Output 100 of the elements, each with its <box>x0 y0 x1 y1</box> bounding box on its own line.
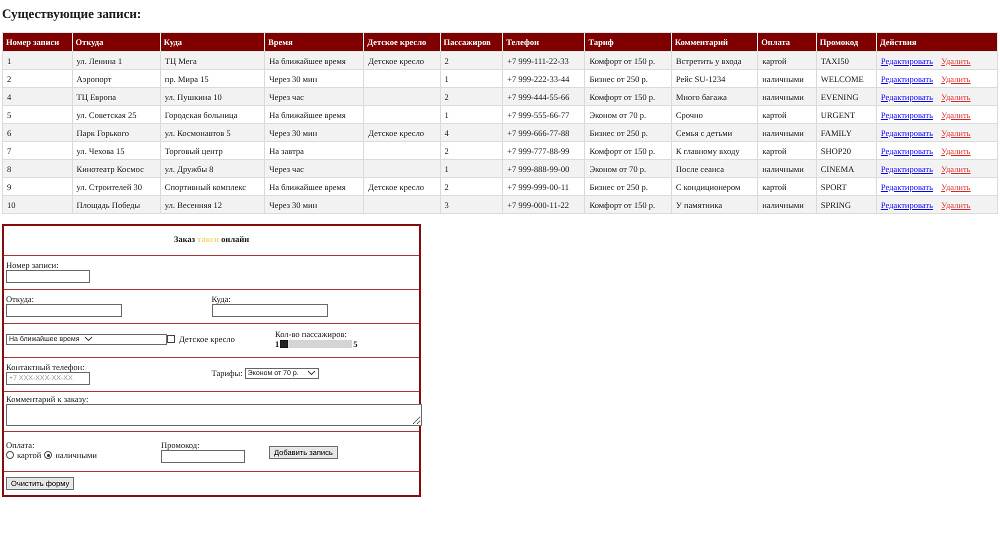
column-header: Время <box>264 32 364 52</box>
table-cell: наличными <box>758 160 816 178</box>
delete-link[interactable]: Удалить <box>941 182 971 192</box>
table-cell: 1 <box>440 160 503 178</box>
field-label: Куда: <box>212 294 231 304</box>
comment-field[interactable] <box>6 404 422 426</box>
table-cell: ул. Дружбы 8 <box>160 160 265 178</box>
table-cell: Встретить у входа <box>671 52 758 70</box>
record-number-field[interactable] <box>6 270 90 282</box>
table-cell: Комфорт от 150 р. <box>584 52 672 70</box>
from-field[interactable] <box>6 304 122 316</box>
field-label: Оплата: <box>6 440 34 450</box>
field-label: Номер записи: <box>6 260 59 270</box>
table-cell: EVENING <box>816 88 876 106</box>
table-cell: наличными <box>758 196 816 214</box>
edit-link[interactable]: Редактировать <box>880 128 934 138</box>
delete-link[interactable]: Удалить <box>941 146 971 156</box>
table-cell: наличными <box>758 124 816 142</box>
edit-link[interactable]: Редактировать <box>880 182 934 192</box>
edit-link[interactable]: Редактировать <box>880 200 934 210</box>
column-header: Тариф <box>584 32 672 52</box>
table-cell: 4 <box>440 124 503 142</box>
form-title: Заказ такси онлайн <box>174 234 250 244</box>
slider-thumb[interactable] <box>280 340 288 348</box>
payment-radio[interactable] <box>44 451 52 459</box>
edit-link[interactable]: Редактировать <box>880 146 934 156</box>
field-label: Комментарий к заказу: <box>6 394 88 404</box>
table-cell: ул. Пушкина 10 <box>160 88 265 106</box>
payment-radio[interactable] <box>6 451 14 459</box>
table-cell: +7 999-111-22-33 <box>502 52 585 70</box>
chevron-icon <box>84 336 93 342</box>
table-cell: Детское кресло <box>364 124 440 142</box>
edit-link[interactable]: Редактировать <box>880 56 934 66</box>
column-header: Телефон <box>502 32 585 52</box>
delete-link[interactable]: Удалить <box>941 200 971 210</box>
table-cell: картой <box>758 52 816 70</box>
promo-code-field[interactable] <box>161 450 245 463</box>
table-cell: 10 <box>2 196 72 214</box>
slider-min-label: 1 <box>275 339 280 349</box>
section-heading: Существующие записи: <box>2 6 142 22</box>
edit-link[interactable]: Редактировать <box>880 164 934 174</box>
edit-link[interactable]: Редактировать <box>880 92 934 102</box>
delete-link[interactable]: Удалить <box>941 110 971 120</box>
column-header: Оплата <box>758 32 816 52</box>
table-cell: +7 999-888-99-00 <box>502 160 585 178</box>
field-label: Кол-во пассажиров: <box>275 329 347 339</box>
table-cell: 2 <box>440 52 503 70</box>
child-seat-checkbox[interactable] <box>167 335 175 343</box>
table-cell: У памятника <box>671 196 758 214</box>
field-label: Контактный телефон: <box>6 362 85 372</box>
table-cell: Кинотеатр Космос <box>72 160 160 178</box>
table-cell: ТЦ Мега <box>160 52 265 70</box>
table-cell: Площадь Победы <box>72 196 160 214</box>
table-cell: Много багажа <box>671 88 758 106</box>
delete-link[interactable]: Удалить <box>941 92 971 102</box>
table-cell: 1 <box>2 52 72 70</box>
table-cell: TAXI50 <box>816 52 876 70</box>
table-cell: Через 30 мин <box>264 196 364 214</box>
table-cell: Эконом от 70 р. <box>584 160 672 178</box>
field-label: Тарифы: <box>212 368 243 378</box>
table-cell: наличными <box>758 88 816 106</box>
table-cell: +7 999-000-11-22 <box>502 196 585 214</box>
table-cell: 3 <box>440 196 503 214</box>
radio-label: наличными <box>55 450 97 460</box>
field-label: Промокод: <box>161 440 200 450</box>
chevron-icon <box>306 370 316 376</box>
to-field[interactable] <box>212 304 328 316</box>
table-cell: Семья с детьми <box>671 124 758 142</box>
table-cell: ул. Космонавтов 5 <box>160 124 265 142</box>
table-cell: После сеанса <box>671 160 758 178</box>
column-header: Номер записи <box>2 32 72 52</box>
edit-link[interactable]: Редактировать <box>880 74 934 84</box>
table-cell: +7 999-666-77-88 <box>502 124 585 142</box>
table-cell: Через час <box>264 160 364 178</box>
column-header: Действия <box>876 32 998 52</box>
table-cell: 4 <box>2 88 72 106</box>
passengers-slider[interactable] <box>280 340 352 348</box>
delete-link[interactable]: Удалить <box>941 74 971 84</box>
field-label: Откуда: <box>6 294 34 304</box>
table-cell: Через час <box>264 88 364 106</box>
delete-link[interactable]: Удалить <box>941 164 971 174</box>
delete-link[interactable]: Удалить <box>941 128 971 138</box>
table-cell: Через 30 мин <box>264 124 364 142</box>
delete-link[interactable]: Удалить <box>941 56 971 66</box>
slider-max-label: 5 <box>353 339 358 349</box>
column-header: Комментарий <box>671 32 758 52</box>
checkbox-label: Детское кресло <box>179 334 235 344</box>
table-cell: Комфорт от 150 р. <box>584 88 672 106</box>
table-cell: На ближайшее время <box>264 52 364 70</box>
table-cell: Парк Горького <box>72 124 160 142</box>
table-cell: 6 <box>2 124 72 142</box>
column-header: Пассажиров <box>440 32 503 52</box>
table-cell: Бизнес от 250 р. <box>584 124 672 142</box>
table-cell: Комфорт от 150 р. <box>584 196 672 214</box>
column-header: Промокод <box>816 32 876 52</box>
table-cell: Детское кресло <box>364 52 440 70</box>
edit-link[interactable]: Редактировать <box>880 110 934 120</box>
table-cell: ул. Ленина 1 <box>72 52 160 70</box>
table-cell: ул. Весенняя 12 <box>160 196 265 214</box>
table-cell: 2 <box>440 88 503 106</box>
